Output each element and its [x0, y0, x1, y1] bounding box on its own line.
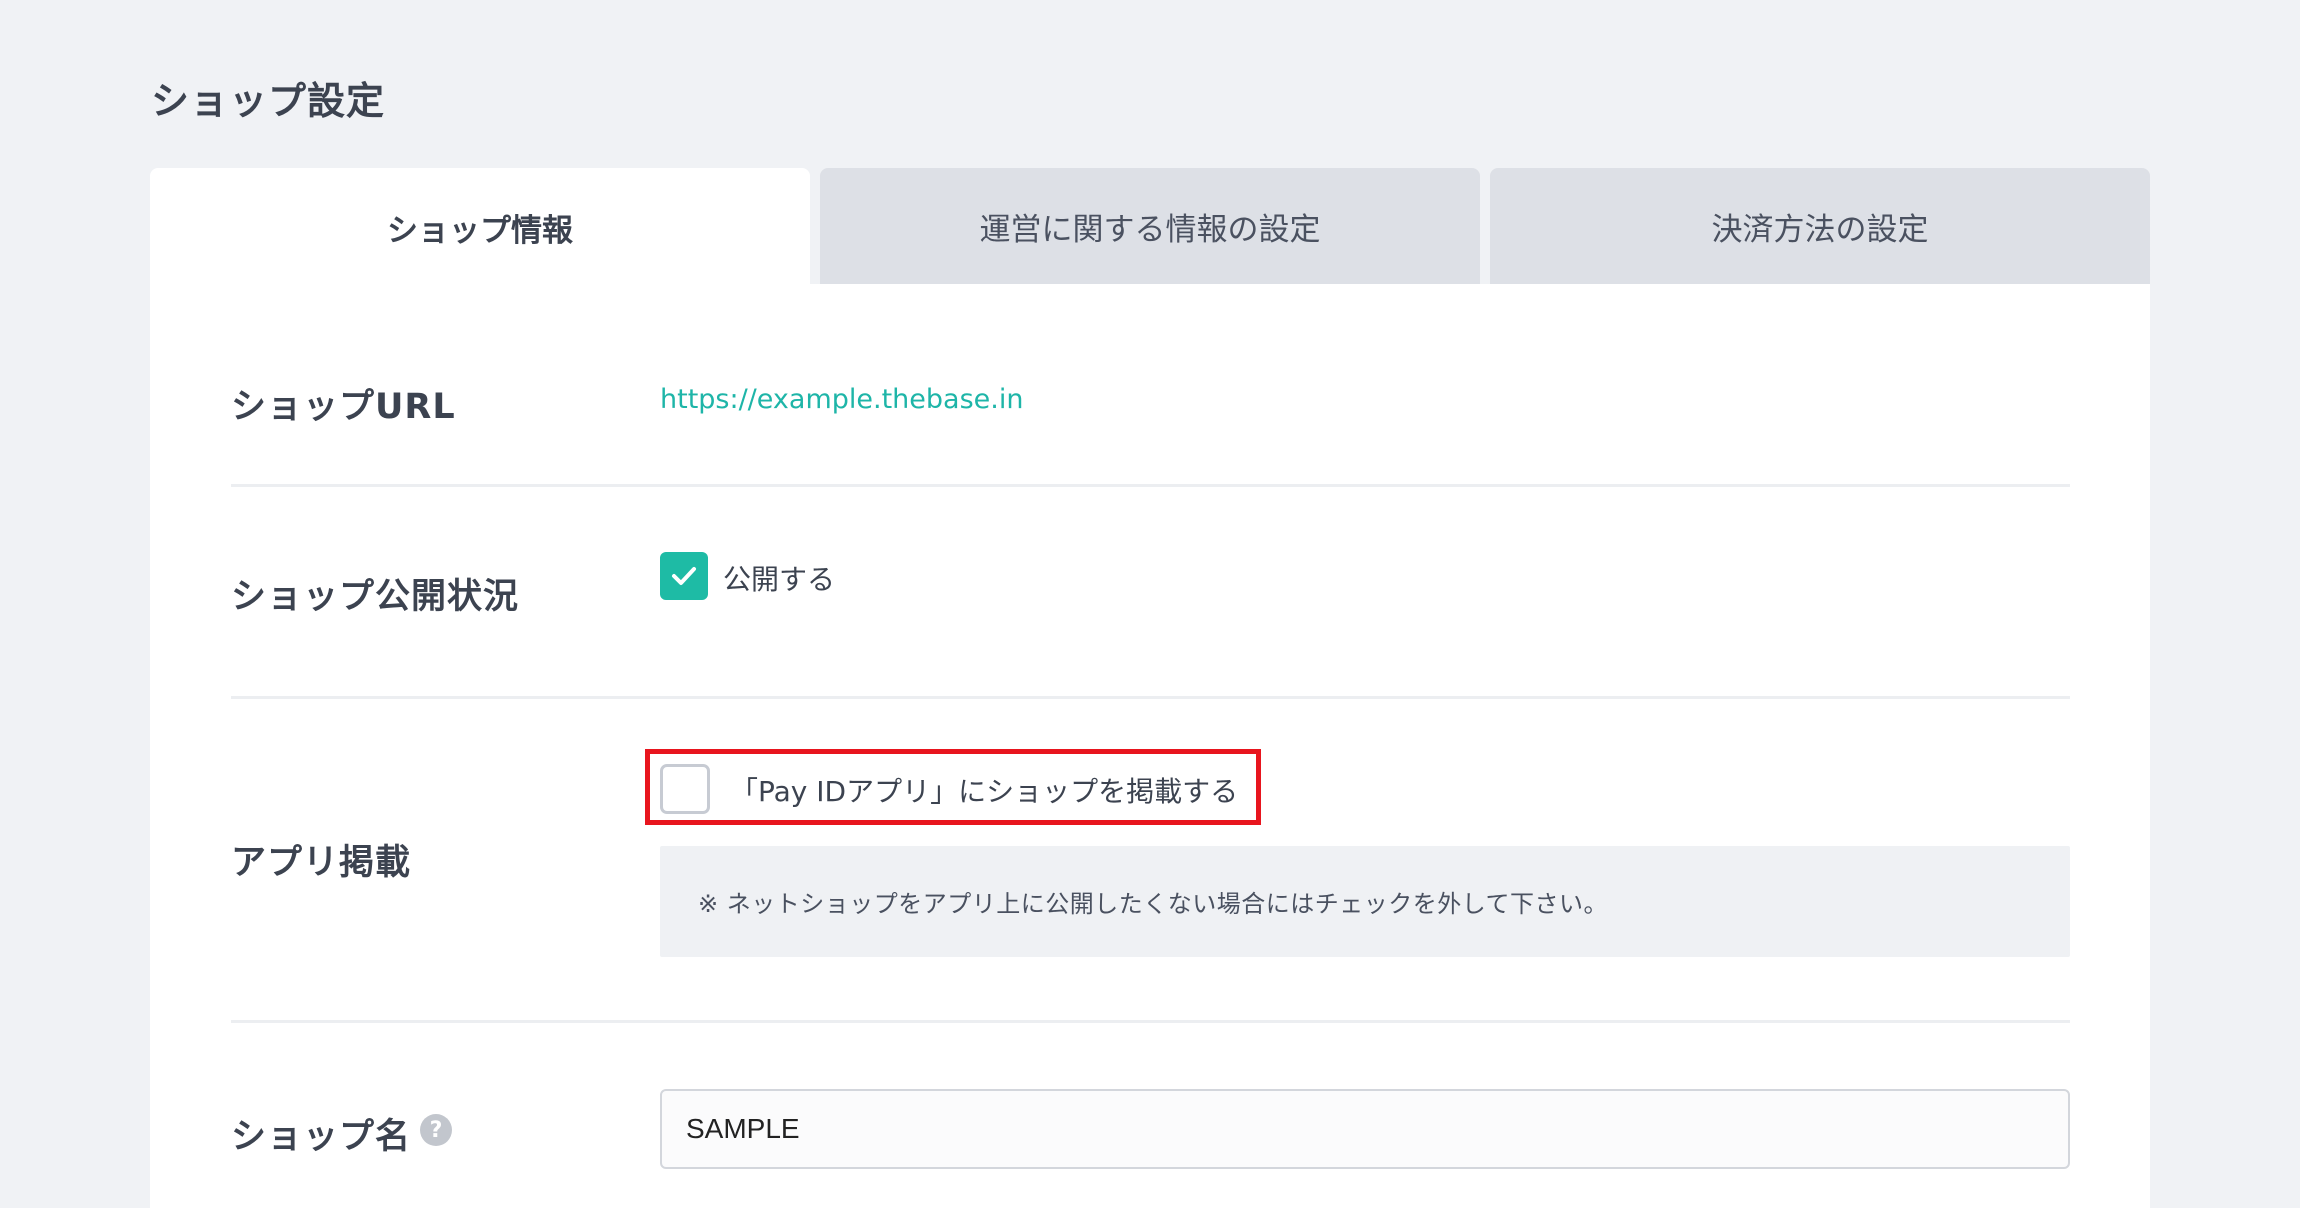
shop-url-link[interactable]: https://example.thebase.in	[660, 384, 1023, 415]
tab-operation-info[interactable]: 運営に関する情報の設定	[820, 168, 1480, 284]
app-listing-note: ※ ネットショップをアプリ上に公開したくない場合にはチェックを外して下さい。	[660, 846, 2070, 957]
page-title: ショップ設定	[151, 79, 386, 123]
tab-shop-info-label: ショップ情報	[387, 212, 573, 249]
tab-payment-methods[interactable]: 決済方法の設定	[1490, 168, 2150, 284]
publish-checkbox-label[interactable]: 公開する	[723, 558, 835, 598]
shop-url-label: ショップURL	[231, 387, 456, 427]
divider	[231, 696, 2070, 699]
publish-checkbox[interactable]	[660, 552, 708, 600]
app-listing-checkbox-label[interactable]: 「Pay IDアプリ」にショップを掲載する	[730, 770, 1238, 810]
settings-panel: ショップURL https://example.thebase.in ショップ公…	[150, 284, 2150, 1208]
question-circle-icon[interactable]: ?	[420, 1114, 452, 1146]
tab-bar: ショップ情報 運営に関する情報の設定 決済方法の設定	[150, 168, 2150, 286]
check-icon	[672, 567, 696, 585]
publish-status-label: ショップ公開状況	[231, 577, 520, 617]
tab-payment-methods-label: 決済方法の設定	[1711, 211, 1929, 248]
help-glyph: ?	[429, 1117, 443, 1143]
tab-operation-info-label: 運営に関する情報の設定	[979, 211, 1321, 248]
divider	[231, 484, 2070, 487]
app-listing-note-text: ※ ネットショップをアプリ上に公開したくない場合にはチェックを外して下さい。	[698, 890, 1609, 918]
tab-shop-info[interactable]: ショップ情報	[150, 168, 810, 286]
app-listing-checkbox[interactable]	[660, 764, 710, 814]
app-listing-label: アプリ掲載	[231, 843, 412, 883]
shop-name-label: ショップ名	[231, 1117, 412, 1157]
shop-name-input[interactable]	[660, 1089, 2070, 1169]
divider	[231, 1020, 2070, 1023]
